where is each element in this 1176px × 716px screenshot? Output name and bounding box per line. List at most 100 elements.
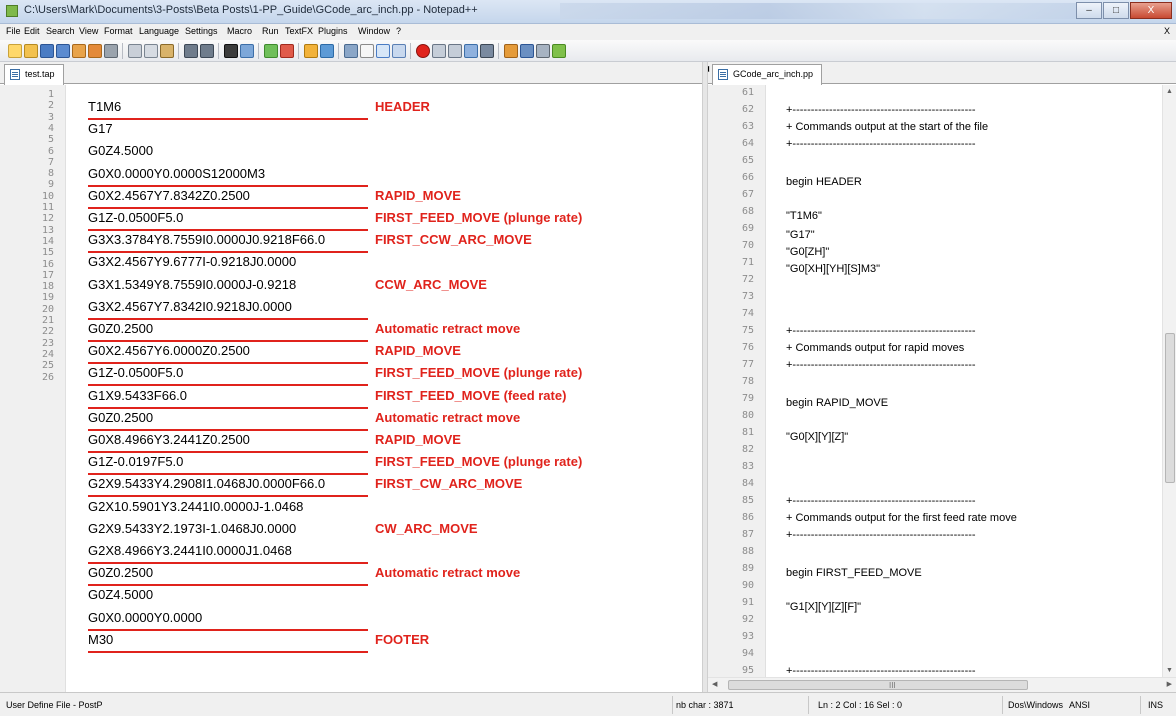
menu-search[interactable]: Search	[46, 26, 75, 36]
new-file-icon[interactable]	[8, 44, 22, 58]
scroll-down-icon[interactable]: ▼	[1166, 667, 1173, 674]
show-all-chars-icon[interactable]	[360, 44, 374, 58]
pp-line[interactable]: +---------------------------------------…	[786, 495, 976, 507]
pp-line[interactable]: +---------------------------------------…	[786, 529, 976, 541]
print-icon[interactable]	[104, 44, 118, 58]
code-line[interactable]: G0Z4.5000	[88, 587, 153, 602]
code-line[interactable]: T1M6	[88, 99, 121, 114]
close-document-button[interactable]: X	[1164, 26, 1170, 36]
scrollbar-thumb[interactable]: III	[728, 680, 1028, 690]
code-line[interactable]: G3X3.3784Y8.7559I0.0000J0.9218F66.0	[88, 232, 325, 247]
code-line[interactable]: G0Z0.2500	[88, 565, 153, 580]
pp-line[interactable]: + Commands output for the first feed rat…	[786, 512, 1017, 524]
code-line[interactable]: G3X2.4567Y9.6777I-0.9218J0.0000	[88, 254, 296, 269]
stop-macro-icon[interactable]	[432, 44, 446, 58]
monitor-icon[interactable]	[536, 44, 550, 58]
code-line[interactable]: G0X2.4567Y7.8342Z0.2500	[88, 188, 250, 203]
pp-line[interactable]: +---------------------------------------…	[786, 104, 976, 116]
minimize-button[interactable]: –	[1076, 2, 1102, 19]
code-line[interactable]: G1X9.5433F66.0	[88, 388, 187, 403]
horizontal-scrollbar[interactable]: ◀ III ▶	[708, 677, 1176, 692]
pp-line[interactable]: "G0[X][Y][Z]"	[786, 431, 848, 443]
replace-icon[interactable]	[240, 44, 254, 58]
menu-plugins[interactable]: Plugins	[318, 26, 348, 36]
pp-line[interactable]: begin RAPID_MOVE	[786, 397, 888, 409]
tab-test-tap[interactable]: test.tap	[4, 64, 64, 85]
sync-h-icon[interactable]	[320, 44, 334, 58]
code-line[interactable]: G1Z-0.0500F5.0	[88, 365, 183, 380]
code-line[interactable]: G0Z0.2500	[88, 410, 153, 425]
pp-line[interactable]: +---------------------------------------…	[786, 325, 976, 337]
code-line[interactable]: G2X9.5433Y2.1973I-1.0468J0.0000	[88, 521, 296, 536]
open-in-browser-icon[interactable]	[504, 44, 518, 58]
save-macro-icon[interactable]	[480, 44, 494, 58]
menu-edit[interactable]: Edit	[24, 26, 40, 36]
code-line[interactable]: G0Z0.2500	[88, 321, 153, 336]
pp-line[interactable]: +---------------------------------------…	[786, 359, 976, 371]
code-line[interactable]: G0X8.4966Y3.2441Z0.2500	[88, 432, 250, 447]
pp-line[interactable]: "G0[ZH]"	[786, 246, 829, 258]
code-line[interactable]: G17	[88, 121, 113, 136]
code-line[interactable]: G3X1.5349Y8.7559I0.0000J-0.9218	[88, 277, 296, 292]
run-macro-multiple-icon[interactable]	[464, 44, 478, 58]
paste-icon[interactable]	[160, 44, 174, 58]
menu-macro[interactable]: Macro	[227, 26, 252, 36]
scroll-left-icon[interactable]: ◀	[712, 680, 717, 688]
pp-line[interactable]: +---------------------------------------…	[786, 138, 976, 150]
code-line[interactable]: G2X10.5901Y3.2441I0.0000J-1.0468	[88, 499, 303, 514]
pp-line[interactable]: + Commands output at the start of the fi…	[786, 121, 988, 133]
menu-language[interactable]: Language	[139, 26, 179, 36]
tab-scroll-arrow-icon[interactable]: ◀	[708, 64, 709, 73]
menu-format[interactable]: Format	[104, 26, 133, 36]
save-icon[interactable]	[40, 44, 54, 58]
pp-line[interactable]: "G1[X][Y][Z][F]"	[786, 601, 861, 613]
pp-line[interactable]: "T1M6"	[786, 210, 822, 222]
code-line[interactable]: M30	[88, 632, 113, 647]
menu-textfx[interactable]: TextFX	[285, 26, 313, 36]
code-line[interactable]: G1Z-0.0197F5.0	[88, 454, 183, 469]
menu-help[interactable]: ?	[396, 26, 401, 36]
code-line[interactable]: G1Z-0.0500F5.0	[88, 210, 183, 225]
menu-window[interactable]: Window	[358, 26, 390, 36]
redo-icon[interactable]	[200, 44, 214, 58]
panel-icon[interactable]	[520, 44, 534, 58]
pp-line[interactable]: begin FIRST_FEED_MOVE	[786, 567, 922, 579]
close-window-button[interactable]: X	[1130, 2, 1172, 19]
play-macro-icon[interactable]	[448, 44, 462, 58]
code-line[interactable]: G0X2.4567Y6.0000Z0.2500	[88, 343, 250, 358]
code-line[interactable]: G2X9.5433Y4.2908I1.0468J0.0000F66.0	[88, 476, 325, 491]
undo-icon[interactable]	[184, 44, 198, 58]
menu-settings[interactable]: Settings	[185, 26, 218, 36]
zoom-in-icon[interactable]	[264, 44, 278, 58]
vertical-scrollbar[interactable]: ▲ ▼	[1162, 85, 1176, 677]
close-icon[interactable]	[72, 44, 86, 58]
pp-line[interactable]: "G0[XH][YH][S]M3"	[786, 263, 880, 275]
code-line[interactable]: G2X8.4966Y3.2441I0.0000J1.0468	[88, 543, 292, 558]
fold-icon[interactable]	[392, 44, 406, 58]
menu-view[interactable]: View	[79, 26, 98, 36]
zoom-out-icon[interactable]	[280, 44, 294, 58]
code-line[interactable]: G0Z4.5000	[88, 143, 153, 158]
copy-icon[interactable]	[144, 44, 158, 58]
word-wrap-icon[interactable]	[344, 44, 358, 58]
code-line[interactable]: G3X2.4567Y7.8342I0.9218J0.0000	[88, 299, 292, 314]
tab-gcode-arc-inch-pp[interactable]: GCode_arc_inch.pp	[712, 64, 823, 85]
menu-run[interactable]: Run	[262, 26, 279, 36]
cut-icon[interactable]	[128, 44, 142, 58]
code-line[interactable]: G0X0.0000Y0.0000S12000M3	[88, 166, 265, 181]
close-all-icon[interactable]	[88, 44, 102, 58]
pp-line[interactable]: + Commands output for rapid moves	[786, 342, 964, 354]
find-icon[interactable]	[224, 44, 238, 58]
pp-line[interactable]: +---------------------------------------…	[786, 665, 976, 677]
code-line[interactable]: G0X0.0000Y0.0000	[88, 610, 202, 625]
pp-line[interactable]: begin HEADER	[786, 176, 862, 188]
scroll-up-icon[interactable]: ▲	[1166, 88, 1173, 95]
sync-v-icon[interactable]	[304, 44, 318, 58]
scroll-right-icon[interactable]: ▶	[1167, 680, 1172, 688]
save-all-icon[interactable]	[56, 44, 70, 58]
menu-file[interactable]: File	[6, 26, 21, 36]
spellcheck-icon[interactable]	[552, 44, 566, 58]
indent-guide-icon[interactable]	[376, 44, 390, 58]
pp-line[interactable]: "G17"	[786, 229, 815, 241]
record-macro-icon[interactable]	[416, 44, 430, 58]
